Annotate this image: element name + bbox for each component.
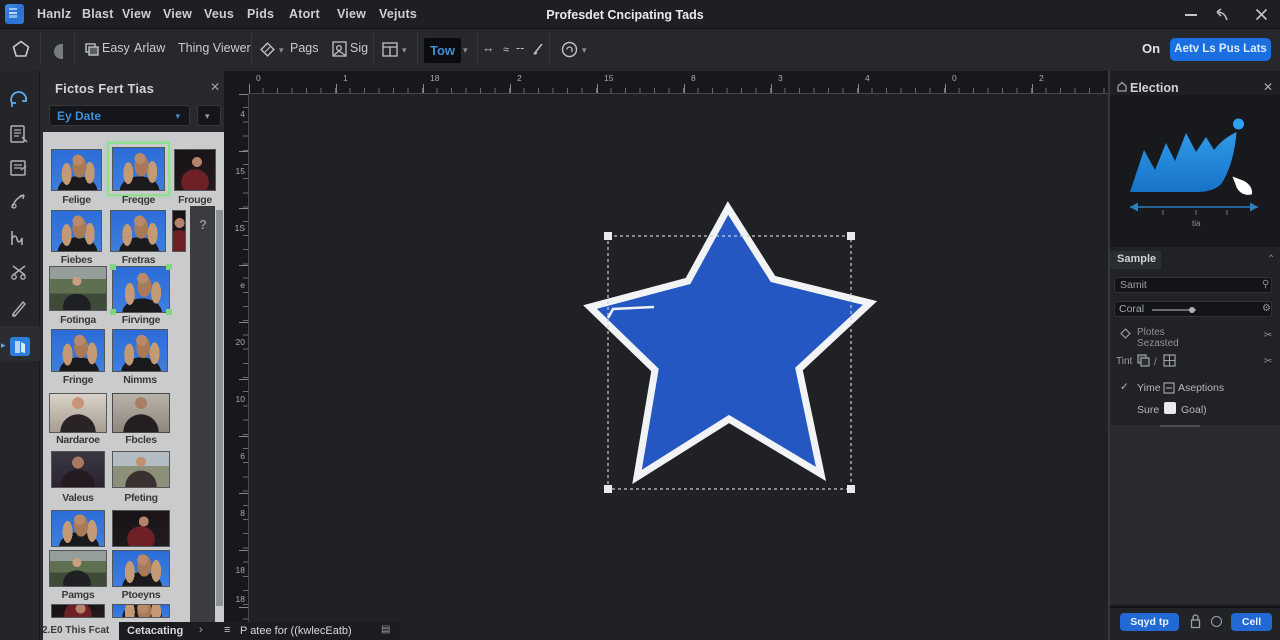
svg-text:tia: tia (1192, 219, 1201, 228)
